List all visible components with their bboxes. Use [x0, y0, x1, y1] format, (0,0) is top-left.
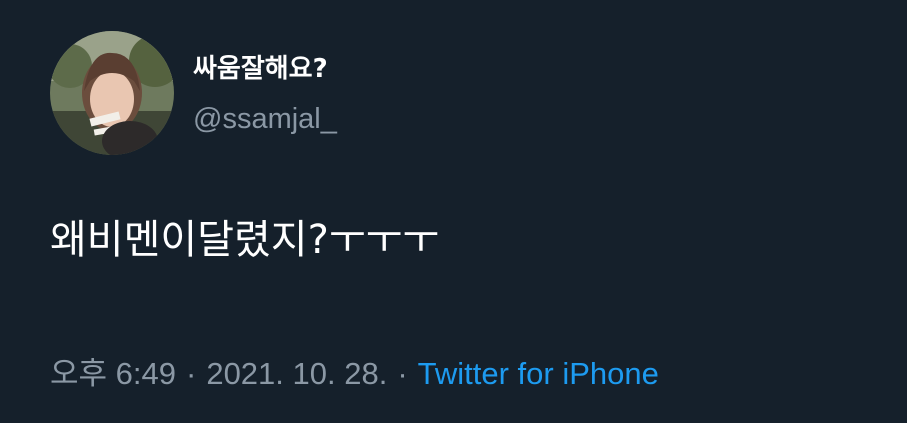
- tweet-text: 왜비멘이달렸지?ㅜㅜㅜ: [50, 217, 440, 263]
- meta-separator: ·: [186, 356, 197, 391]
- tweet-date[interactable]: 2021. 10. 28.: [206, 356, 387, 391]
- meta-separator: ·: [397, 356, 408, 391]
- author-display-name[interactable]: 싸움잘해요?: [193, 51, 328, 87]
- author-handle[interactable]: @ssamjal_: [193, 101, 337, 137]
- tweet-time[interactable]: 오후 6:49: [50, 356, 176, 391]
- tweet-source-link[interactable]: Twitter for iPhone: [418, 356, 659, 391]
- avatar-photo-icon: [50, 31, 174, 155]
- avatar[interactable]: [50, 31, 174, 155]
- tweet-meta: 오후 6:49 · 2021. 10. 28. · Twitter for iPhone: [50, 354, 659, 394]
